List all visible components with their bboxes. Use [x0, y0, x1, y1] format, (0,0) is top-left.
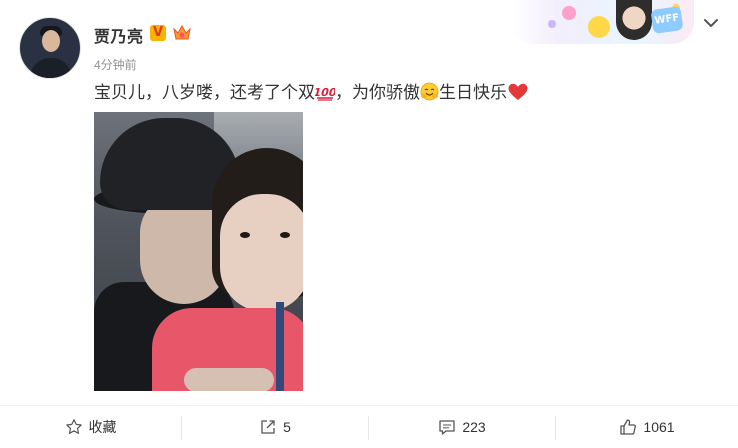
photo-eye — [240, 232, 250, 238]
post-photo[interactable] — [94, 112, 303, 391]
post-text-part: 生日快乐 — [439, 83, 507, 102]
thumbs-up-icon — [620, 419, 637, 435]
username[interactable]: 贾乃亮 — [94, 23, 144, 47]
post-text-part: 宝贝儿，八岁喽，还考了个双 — [94, 83, 315, 102]
comment-icon — [439, 420, 455, 435]
bubble-decoration — [548, 20, 556, 28]
user-avatar[interactable] — [19, 17, 81, 79]
weibo-post-card: 贾乃亮 V 4分钟前 WFF 宝贝儿，八岁喽，还考了个双 100 ，为你骄傲 生… — [0, 0, 738, 448]
post-text-part: ，为你骄傲 — [335, 83, 420, 102]
heart-icon — [508, 83, 528, 100]
decoration-banner[interactable]: WFF — [512, 0, 694, 44]
like-button[interactable]: 1061 — [556, 414, 738, 440]
wff-badge: WFF — [650, 6, 684, 34]
favorite-button[interactable]: 收藏 — [0, 414, 181, 440]
mascot-icon — [588, 16, 610, 38]
avatar-shirt — [30, 58, 72, 78]
comment-count: 223 — [462, 419, 486, 435]
like-count: 1061 — [643, 419, 675, 435]
action-bar: 收藏 5 223 1061 — [0, 405, 738, 448]
verified-badge-icon: V — [150, 25, 166, 41]
post-time[interactable]: 4分钟前 — [94, 56, 137, 73]
share-button[interactable]: 5 — [182, 414, 368, 440]
post-text: 宝贝儿，八岁喽，还考了个双 100 ，为你骄傲 生日快乐 — [94, 82, 529, 104]
bubble-decoration — [562, 6, 576, 20]
chevron-down-icon[interactable] — [700, 12, 722, 34]
banner-portrait — [616, 0, 652, 40]
photo-eye — [280, 232, 290, 238]
svg-text:100: 100 — [315, 86, 335, 99]
hug-emoji-icon — [420, 82, 439, 101]
photo-zipper — [276, 302, 284, 391]
comment-button[interactable]: 223 — [369, 414, 555, 440]
member-badge-icon — [173, 24, 191, 40]
star-icon — [65, 419, 82, 434]
share-count: 5 — [283, 419, 291, 435]
favorite-label: 收藏 — [88, 419, 117, 435]
avatar-face — [42, 30, 60, 52]
share-icon — [261, 420, 275, 434]
photo-girl-face — [220, 194, 303, 312]
hundred-points-icon: 100 — [315, 86, 335, 101]
photo-hand — [184, 368, 274, 391]
